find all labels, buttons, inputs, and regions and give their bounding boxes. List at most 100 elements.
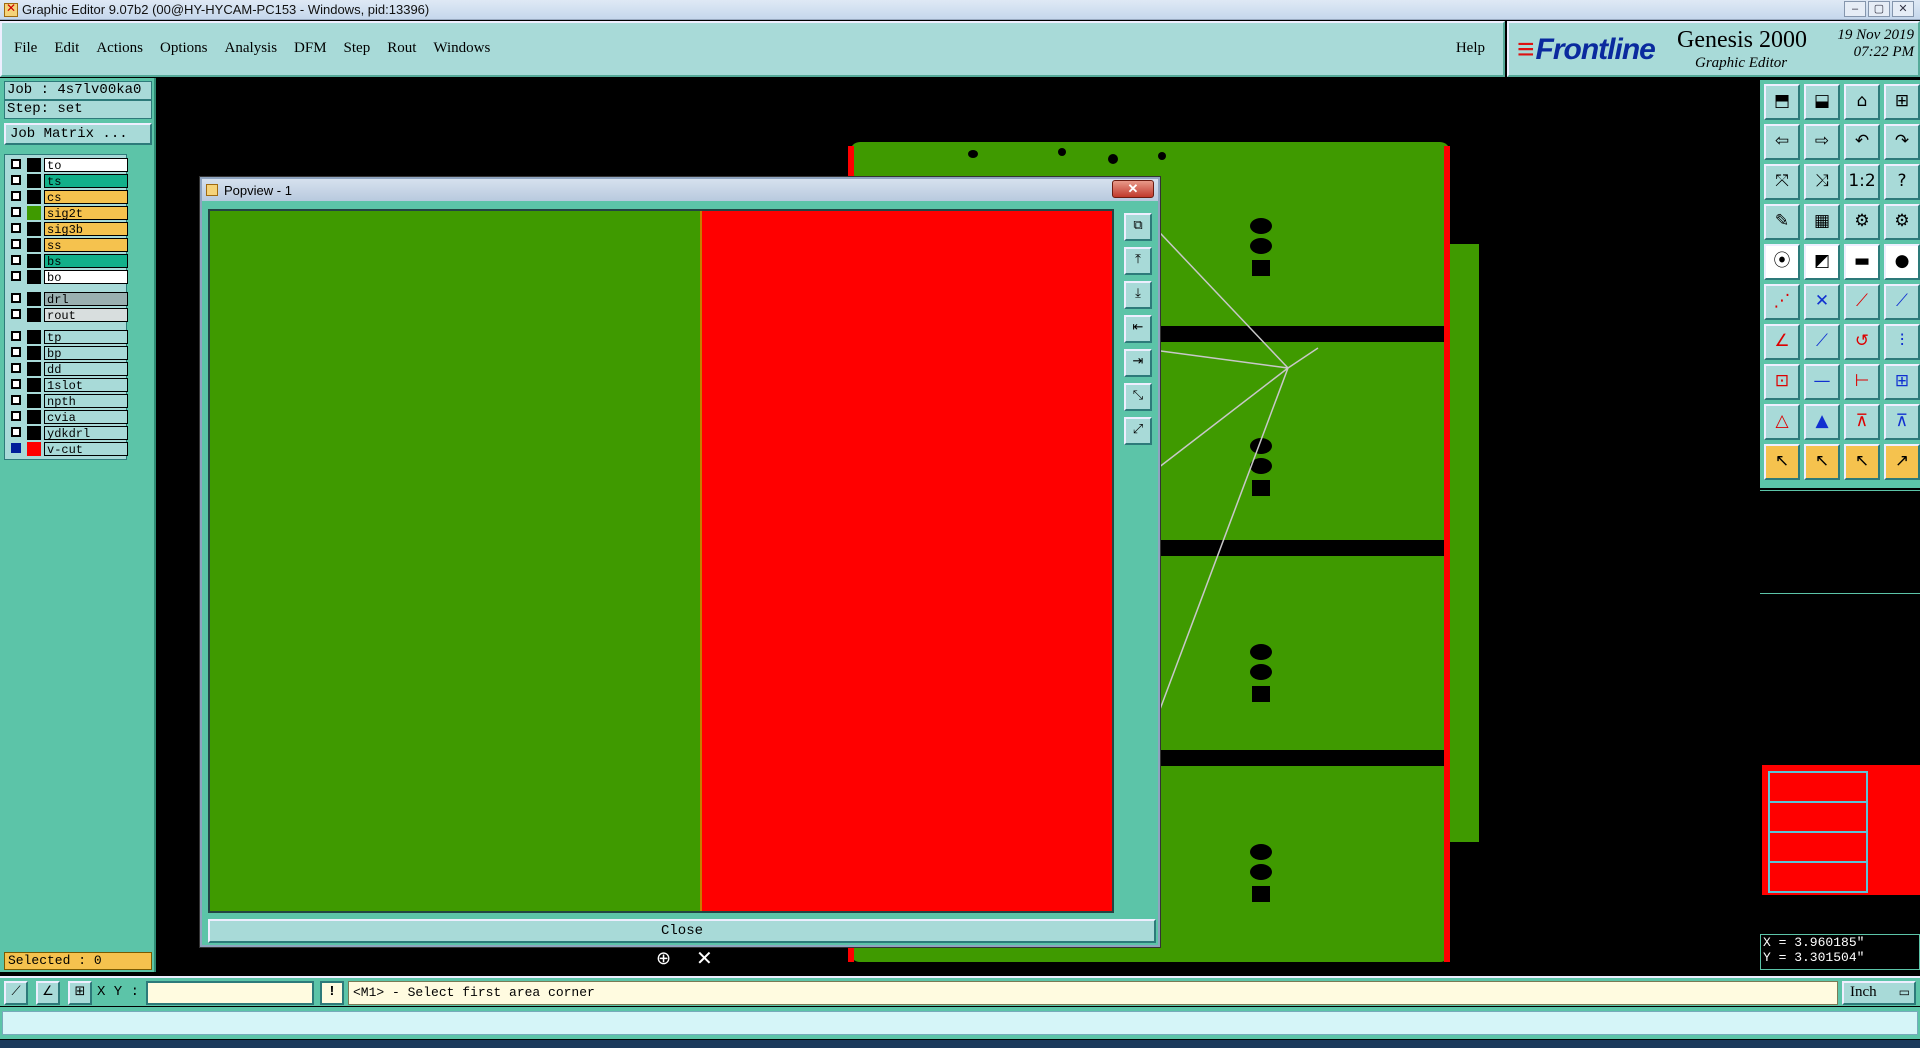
- layer-row[interactable]: dd: [9, 361, 128, 377]
- layer-checkbox[interactable]: [11, 331, 21, 341]
- popview-viewport[interactable]: [208, 209, 1114, 913]
- layer-name[interactable]: dd: [44, 362, 128, 377]
- layer-checkbox[interactable]: [11, 347, 21, 357]
- tool-button-icon[interactable]: ↺: [1844, 324, 1880, 360]
- layer-color-swatch[interactable]: [27, 174, 41, 188]
- layer-color-swatch[interactable]: [27, 222, 41, 236]
- layer-name[interactable]: tp: [44, 330, 128, 345]
- layer-row[interactable]: v-cut: [9, 441, 128, 457]
- layer-name[interactable]: to: [44, 158, 128, 173]
- tool-button-icon[interactable]: ⚙: [1844, 204, 1880, 240]
- popview-tool-left-icon[interactable]: ⇤: [1124, 315, 1152, 343]
- snap-line-icon[interactable]: ⟋: [4, 981, 28, 1005]
- tool-button-icon[interactable]: ⊡: [1764, 364, 1800, 400]
- layer-row[interactable]: 1slot: [9, 377, 128, 393]
- layer-name[interactable]: cvia: [44, 410, 128, 425]
- tool-button-icon[interactable]: —: [1804, 364, 1840, 400]
- layer-name[interactable]: rout: [44, 308, 128, 323]
- menu-options[interactable]: Options: [160, 40, 208, 57]
- popview-tool-zoom-icon[interactable]: ⤢: [1124, 417, 1152, 445]
- tool-button-icon[interactable]: ▬: [1844, 244, 1880, 280]
- layer-row[interactable]: to: [9, 157, 128, 173]
- layer-checkbox[interactable]: [11, 271, 21, 281]
- tool-button-icon[interactable]: ⬓: [1804, 84, 1840, 120]
- layer-checkbox[interactable]: [11, 395, 21, 405]
- layer-checkbox[interactable]: [11, 223, 21, 233]
- popview-tool-zoom-fit-icon[interactable]: ⤡: [1124, 383, 1152, 411]
- tool-button-icon[interactable]: ⤨: [1804, 164, 1840, 200]
- layer-row[interactable]: rout: [9, 307, 128, 323]
- layer-color-swatch[interactable]: [27, 308, 41, 322]
- tool-button-icon[interactable]: ⬒: [1764, 84, 1800, 120]
- maximize-button[interactable]: ▢: [1868, 1, 1890, 17]
- layer-color-swatch[interactable]: [27, 206, 41, 220]
- tool-button-icon[interactable]: ◩: [1804, 244, 1840, 280]
- tool-button-icon[interactable]: ⊞: [1884, 84, 1920, 120]
- tool-button-icon[interactable]: ⇨: [1804, 124, 1840, 160]
- layer-name[interactable]: ydkdrl: [44, 426, 128, 441]
- layer-checkbox[interactable]: [11, 411, 21, 421]
- layer-row[interactable]: ts: [9, 173, 128, 189]
- layer-name[interactable]: ss: [44, 238, 128, 253]
- popview-close-icon[interactable]: ✕: [1112, 180, 1154, 198]
- menu-analysis[interactable]: Analysis: [225, 40, 278, 57]
- layer-row[interactable]: tp: [9, 329, 128, 345]
- layer-row[interactable]: cvia: [9, 409, 128, 425]
- menu-rout[interactable]: Rout: [387, 40, 416, 57]
- popview-tool-right-icon[interactable]: ⇥: [1124, 349, 1152, 377]
- layer-color-swatch[interactable]: [27, 270, 41, 284]
- command-line-input[interactable]: [2, 1011, 1918, 1035]
- layer-color-swatch[interactable]: [27, 292, 41, 306]
- tool-button-icon[interactable]: ?: [1884, 164, 1920, 200]
- layer-color-swatch[interactable]: [27, 190, 41, 204]
- tool-button-icon[interactable]: ⟋: [1804, 324, 1840, 360]
- layer-color-swatch[interactable]: [27, 362, 41, 376]
- layer-row[interactable]: drl: [9, 291, 128, 307]
- tool-button-icon[interactable]: ↖: [1804, 444, 1840, 480]
- layer-checkbox[interactable]: [11, 427, 21, 437]
- layer-row[interactable]: sig2t: [9, 205, 128, 221]
- layer-color-swatch[interactable]: [27, 410, 41, 424]
- tool-button-icon[interactable]: ✕: [1804, 284, 1840, 320]
- tool-button-icon[interactable]: ⟋: [1884, 284, 1920, 320]
- layer-color-swatch[interactable]: [27, 426, 41, 440]
- close-window-button[interactable]: ✕: [1892, 1, 1914, 17]
- layer-row[interactable]: cs: [9, 189, 128, 205]
- layer-name[interactable]: drl: [44, 292, 128, 307]
- popview-tool-up-icon[interactable]: ⤒: [1124, 247, 1152, 275]
- menu-dfm[interactable]: DFM: [294, 40, 327, 57]
- layer-checkbox[interactable]: [11, 159, 21, 169]
- menu-actions[interactable]: Actions: [96, 40, 143, 57]
- layer-name[interactable]: sig3b: [44, 222, 128, 237]
- layer-checkbox[interactable]: [11, 379, 21, 389]
- layer-color-swatch[interactable]: [27, 394, 41, 408]
- layer-name[interactable]: v-cut: [44, 442, 128, 457]
- job-matrix-button[interactable]: Job Matrix ...: [4, 123, 152, 145]
- layer-row[interactable]: bs: [9, 253, 128, 269]
- tool-button-icon[interactable]: ⫶: [1884, 324, 1920, 360]
- layer-row[interactable]: ydkdrl: [9, 425, 128, 441]
- tool-button-icon[interactable]: ⊼: [1844, 404, 1880, 440]
- layer-color-swatch[interactable]: [27, 330, 41, 344]
- layer-color-swatch[interactable]: [27, 254, 41, 268]
- tool-button-icon[interactable]: ✎: [1764, 204, 1800, 240]
- layer-name[interactable]: bo: [44, 270, 128, 285]
- layer-row[interactable]: sig3b: [9, 221, 128, 237]
- tool-button-icon[interactable]: ⊼: [1884, 404, 1920, 440]
- tool-button-icon[interactable]: ⊢: [1844, 364, 1880, 400]
- popview-tool-window-icon[interactable]: ⧉: [1124, 213, 1152, 241]
- layer-checkbox[interactable]: [11, 175, 21, 185]
- layer-color-swatch[interactable]: [27, 346, 41, 360]
- tool-button-icon[interactable]: ⊞: [1884, 364, 1920, 400]
- tool-button-icon[interactable]: ▲: [1804, 404, 1840, 440]
- layer-checkbox[interactable]: [11, 363, 21, 373]
- tool-button-icon[interactable]: ↷: [1884, 124, 1920, 160]
- layer-checkbox[interactable]: [11, 255, 21, 265]
- layer-checkbox[interactable]: [11, 239, 21, 249]
- tool-button-icon[interactable]: ⟋: [1844, 284, 1880, 320]
- menu-help[interactable]: Help: [1456, 40, 1485, 57]
- minimize-button[interactable]: –: [1844, 1, 1866, 17]
- layer-color-swatch[interactable]: [27, 238, 41, 252]
- layer-checkbox[interactable]: [11, 207, 21, 217]
- layer-color-swatch[interactable]: [27, 378, 41, 392]
